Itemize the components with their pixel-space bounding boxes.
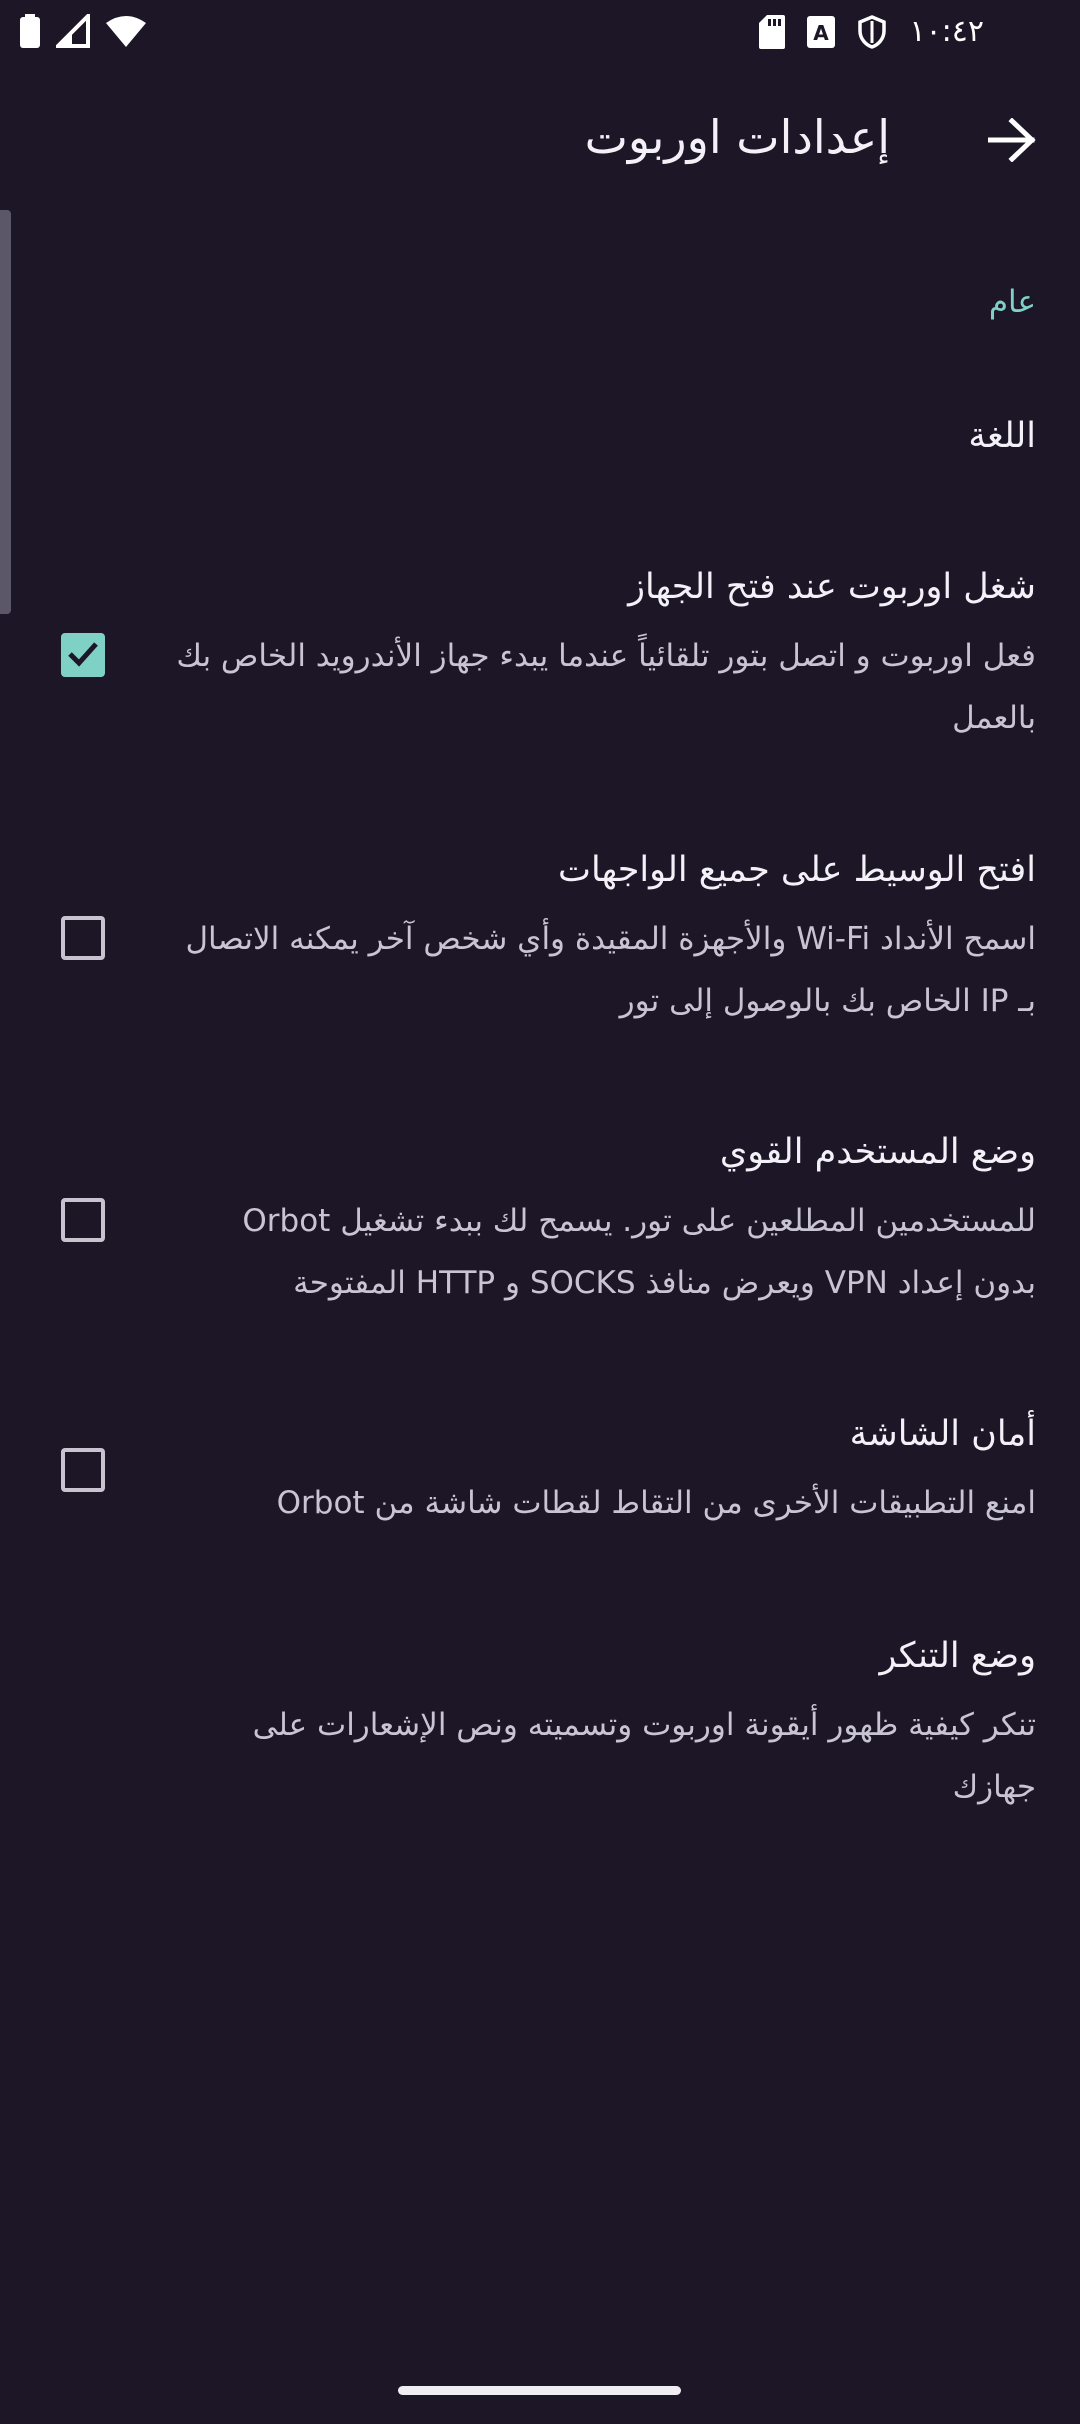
vpn-shield-icon <box>857 15 887 49</box>
pref-title: وضع المستخدم القوي <box>719 1132 1036 1172</box>
pref-summary: فعل اوربوت و اتصل بتور تلقائياً عندما يب… <box>176 638 1036 736</box>
checkbox-start-on-boot[interactable] <box>61 633 105 677</box>
status-bar: A ١٠:٤٢ <box>0 0 1080 66</box>
pref-title: افتح الوسيط على جميع الواجهات <box>558 850 1036 890</box>
pref-title: أمان الشاشة <box>849 1414 1036 1454</box>
pref-summary: تنكر كيفية ظهور أيقونة اوربوت وتسميته ون… <box>252 1707 1036 1805</box>
status-left-icons <box>20 11 146 48</box>
signal-icon <box>53 11 90 48</box>
arrow-back-icon <box>987 117 1036 163</box>
pref-power-user-mode[interactable]: وضع المستخدم القوي للمستخدمين المطلعين ع… <box>0 1120 1080 1320</box>
sd-card-icon <box>759 15 786 49</box>
back-button[interactable] <box>976 104 1048 176</box>
pref-camouflage-mode[interactable]: وضع التنكر تنكر كيفية ظهور أيقونة اوربوت… <box>0 1624 1080 1805</box>
checkbox-open-proxy[interactable] <box>61 916 105 960</box>
app-bar: إعدادات اوربوت <box>0 66 1080 206</box>
section-header-general: عام <box>988 284 1036 320</box>
status-time: ١٠:٤٢ <box>909 14 984 49</box>
checkbox-screen-security[interactable] <box>61 1448 105 1492</box>
pref-title: اللغة <box>968 416 1036 456</box>
pref-summary: للمستخدمين المطلعين على تور. يسمح لك ببد… <box>242 1203 1036 1301</box>
pref-summary: امنع التطبيقات الأخرى من التقاط لقطات شا… <box>276 1485 1036 1521</box>
keyboard-a-icon: A <box>807 16 836 48</box>
pref-title: شغل اوربوت عند فتح الجهاز <box>628 567 1036 607</box>
wifi-icon <box>106 15 146 47</box>
pref-language[interactable]: اللغة <box>0 390 1080 480</box>
status-right-icons: A ١٠:٤٢ <box>759 14 984 50</box>
page-title: إعدادات اوربوت <box>584 110 890 164</box>
pref-title: وضع التنكر <box>879 1636 1036 1676</box>
pref-start-on-boot[interactable]: شغل اوربوت عند فتح الجهاز فعل اوربوت و ا… <box>0 555 1080 755</box>
pref-open-proxy-all-interfaces[interactable]: افتح الوسيط على جميع الواجهات اسمح الأند… <box>0 838 1080 1038</box>
battery-icon <box>20 14 40 48</box>
pref-summary: اسمح الأنداد Wi-Fi والأجهزة المقيدة وأي … <box>185 921 1037 1019</box>
checkbox-power-user[interactable] <box>61 1198 105 1242</box>
gesture-nav-handle[interactable] <box>398 2386 681 2395</box>
svg-text:A: A <box>814 21 830 45</box>
pref-screen-security[interactable]: أمان الشاشة امنع التطبيقات الأخرى من الت… <box>0 1402 1080 1542</box>
